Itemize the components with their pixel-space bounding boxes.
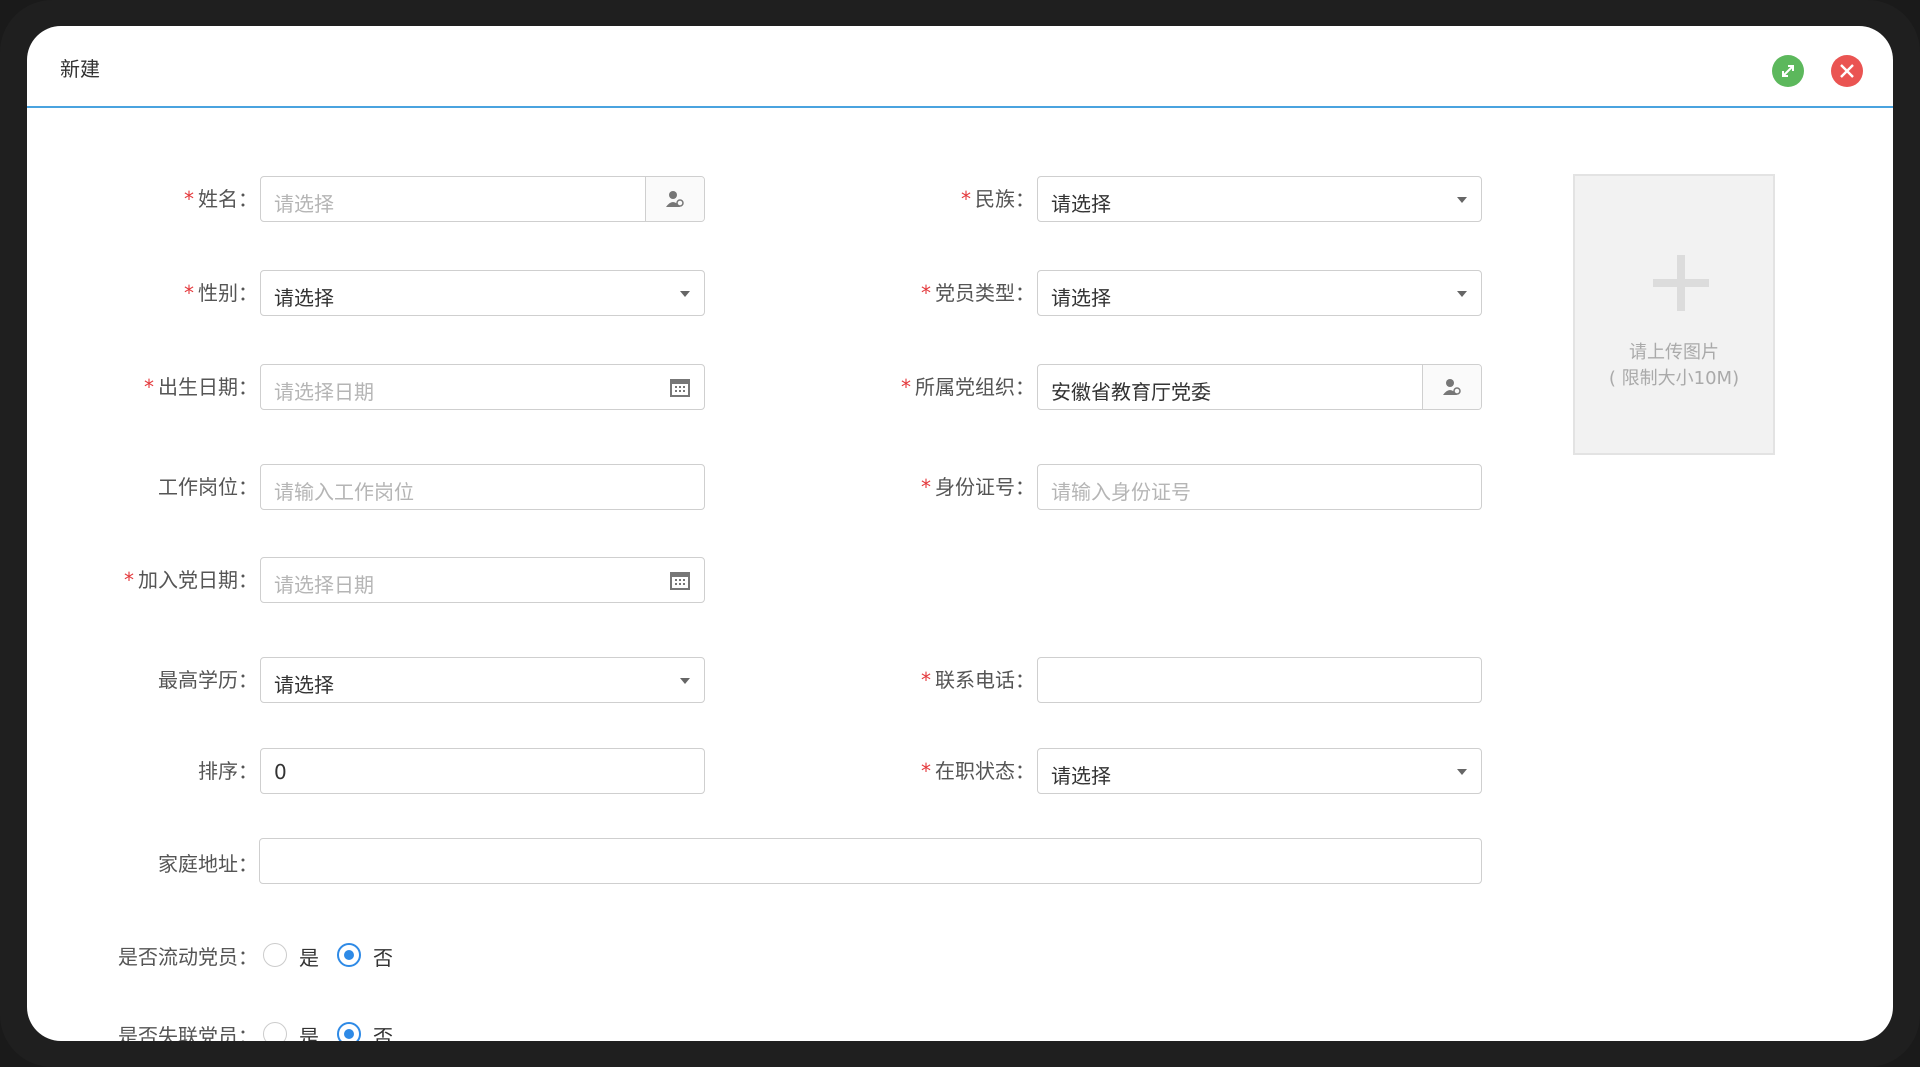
- dialog-header: 新建: [27, 26, 1893, 108]
- birth-date-input[interactable]: 请选择日期: [260, 364, 705, 410]
- lost-contact-no-label: 否: [373, 1025, 393, 1041]
- plus-icon-vertical: [1677, 255, 1685, 311]
- address-label: 家庭地址：: [158, 852, 258, 876]
- lost-contact-yes-label: 是: [299, 1025, 319, 1041]
- lost-contact-no-radio[interactable]: [337, 1022, 361, 1041]
- sort-value: 0: [274, 760, 287, 784]
- education-value: 请选择: [274, 673, 334, 697]
- chevron-down-icon: [1457, 197, 1467, 203]
- name-label: * 姓名：: [184, 187, 258, 211]
- dialog-title: 新建: [60, 57, 100, 81]
- birth-date-placeholder: 请选择日期: [274, 380, 374, 404]
- job-input[interactable]: 请输入工作岗位: [260, 464, 705, 510]
- join-date-placeholder: 请选择日期: [274, 573, 374, 597]
- floating-no-label: 否: [373, 946, 393, 970]
- employment-select[interactable]: 请选择: [1037, 748, 1482, 794]
- required-mark: *: [184, 187, 194, 211]
- education-select[interactable]: 请选择: [260, 657, 705, 703]
- id-number-placeholder: 请输入身份证号: [1051, 480, 1191, 504]
- name-input[interactable]: 请选择: [260, 176, 705, 222]
- address-input[interactable]: [259, 838, 1482, 884]
- upload-hint: 请上传图片: [1629, 342, 1719, 363]
- device-frame: 新建 *姓名： 请选择 *民族： 请选择 请上传图片 ( 限制大小10M): [0, 0, 1920, 1067]
- id-number-label: * 身份证号：: [921, 475, 1035, 499]
- user-picker-icon: [666, 191, 684, 207]
- gender-select[interactable]: 请选择: [260, 270, 705, 316]
- org-label: * 所属党组织：: [901, 375, 1035, 399]
- floating-no-radio[interactable]: [337, 943, 361, 967]
- calendar-icon: [670, 572, 690, 590]
- lost-contact-label: 是否失联党员：: [118, 1024, 258, 1041]
- floating-label: 是否流动党员：: [118, 945, 258, 969]
- member-type-label: * 党员类型：: [921, 281, 1035, 305]
- gender-value: 请选择: [274, 286, 334, 310]
- chevron-down-icon: [680, 291, 690, 297]
- close-icon: [1840, 64, 1854, 78]
- floating-yes-label: 是: [299, 946, 319, 970]
- sort-input[interactable]: 0: [260, 748, 705, 794]
- join-date-label: * 加入党日期：: [124, 568, 258, 592]
- floating-yes-radio[interactable]: [263, 943, 287, 967]
- name-picker-button[interactable]: [645, 177, 704, 221]
- gender-label: * 性别：: [184, 281, 258, 305]
- user-picker-icon: [1443, 379, 1461, 395]
- ethnicity-value: 请选择: [1051, 192, 1111, 216]
- chevron-down-icon: [1457, 291, 1467, 297]
- phone-input[interactable]: [1037, 657, 1482, 703]
- name-placeholder: 请选择: [274, 192, 334, 216]
- ethnicity-select[interactable]: 请选择: [1037, 176, 1482, 222]
- maximize-icon: [1782, 65, 1794, 77]
- job-label: 工作岗位：: [158, 475, 258, 499]
- birth-date-label: * 出生日期：: [144, 375, 258, 399]
- phone-label: * 联系电话：: [921, 668, 1035, 692]
- sort-label: 排序：: [198, 759, 258, 783]
- join-date-input[interactable]: 请选择日期: [260, 557, 705, 603]
- maximize-button[interactable]: [1772, 55, 1804, 87]
- ethnicity-label: * 民族：: [961, 187, 1035, 211]
- education-label: 最高学历：: [158, 668, 258, 692]
- employment-value: 请选择: [1051, 764, 1111, 788]
- new-dialog: 新建 *姓名： 请选择 *民族： 请选择 请上传图片 ( 限制大小10M): [27, 26, 1893, 1041]
- close-button[interactable]: [1831, 55, 1863, 87]
- calendar-icon: [670, 379, 690, 397]
- employment-label: * 在职状态：: [921, 759, 1035, 783]
- org-input[interactable]: 安徽省教育厅党委: [1037, 364, 1482, 410]
- member-type-select[interactable]: 请选择: [1037, 270, 1482, 316]
- id-number-input[interactable]: 请输入身份证号: [1037, 464, 1482, 510]
- org-value: 安徽省教育厅党委: [1051, 380, 1211, 404]
- chevron-down-icon: [1457, 769, 1467, 775]
- org-picker-button[interactable]: [1422, 365, 1481, 409]
- job-placeholder: 请输入工作岗位: [274, 480, 414, 504]
- photo-upload[interactable]: 请上传图片 ( 限制大小10M): [1573, 174, 1775, 455]
- member-type-value: 请选择: [1051, 286, 1111, 310]
- chevron-down-icon: [680, 678, 690, 684]
- upload-size-limit: ( 限制大小10M): [1608, 368, 1740, 389]
- lost-contact-yes-radio[interactable]: [263, 1022, 287, 1041]
